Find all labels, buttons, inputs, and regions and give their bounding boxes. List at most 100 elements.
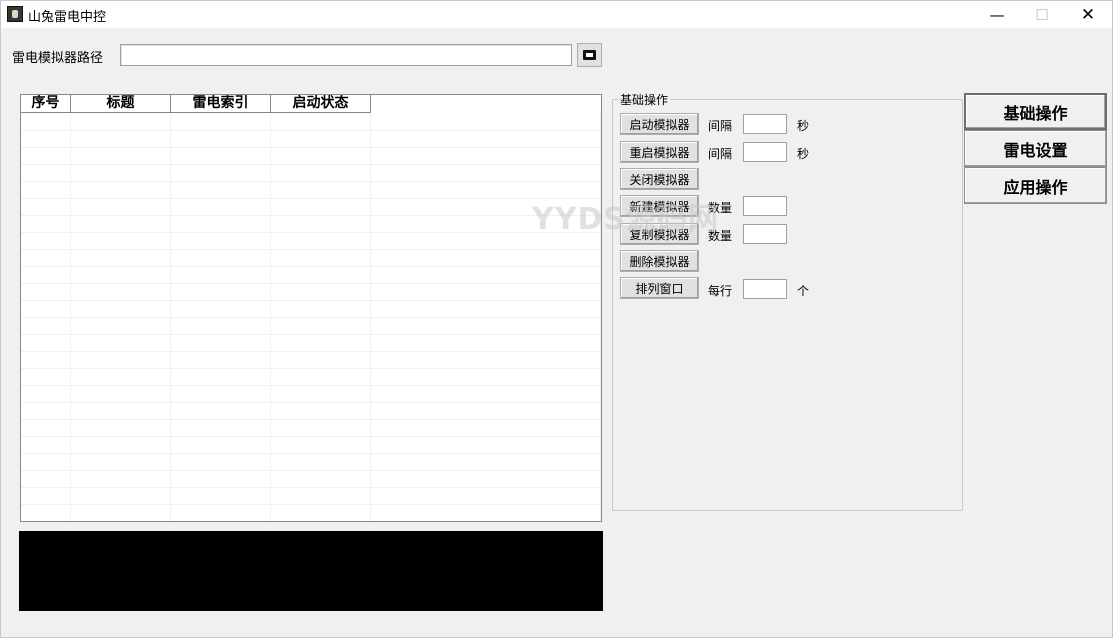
table-row[interactable] [21, 284, 601, 301]
table-row[interactable] [21, 420, 601, 437]
table-cell [171, 335, 271, 352]
minimize-button[interactable]: — [974, 1, 1020, 28]
table-cell [21, 488, 71, 505]
table-cell [371, 114, 601, 131]
table-row[interactable] [21, 369, 601, 386]
table-cell [71, 318, 171, 335]
table-cell [21, 131, 71, 148]
table-cell [71, 505, 171, 521]
table-cell [171, 199, 271, 216]
table-row[interactable] [21, 488, 601, 505]
app-icon [7, 6, 23, 22]
table-cell [21, 352, 71, 369]
table-cell [21, 454, 71, 471]
start-interval-input[interactable] [743, 114, 787, 134]
table-row[interactable] [21, 233, 601, 250]
restart-interval-input[interactable] [743, 142, 787, 162]
table-cell [21, 318, 71, 335]
table-row[interactable] [21, 301, 601, 318]
table-row[interactable] [21, 335, 601, 352]
table-cell [71, 284, 171, 301]
table-cell [71, 165, 171, 182]
copy-count-input[interactable] [743, 224, 787, 244]
table-row[interactable] [21, 471, 601, 488]
table-row[interactable] [21, 386, 601, 403]
table-row[interactable] [21, 318, 601, 335]
table-cell [71, 267, 171, 284]
table-row[interactable] [21, 454, 601, 471]
table-cell [271, 131, 371, 148]
table-row[interactable] [21, 216, 601, 233]
table-cell [171, 148, 271, 165]
table-cell [21, 216, 71, 233]
start-emulator-button[interactable]: 启动模拟器 [620, 113, 699, 135]
column-header-leidian-index[interactable]: 雷电索引 [171, 95, 271, 112]
table-row[interactable] [21, 131, 601, 148]
table-cell [371, 369, 601, 386]
table-row[interactable] [21, 250, 601, 267]
table-cell [21, 165, 71, 182]
table-cell [371, 165, 601, 182]
create-emulator-button[interactable]: 新建模拟器 [620, 195, 699, 217]
close-emulator-button[interactable]: 关闭模拟器 [620, 168, 699, 190]
column-header-index[interactable]: 序号 [21, 95, 71, 112]
copy-emulator-button[interactable]: 复制模拟器 [620, 223, 699, 245]
table-cell [171, 471, 271, 488]
table-cell [71, 199, 171, 216]
column-header-title[interactable]: 标题 [71, 95, 171, 112]
basic-ops-group-title: 基础操作 [618, 91, 671, 108]
table-cell [171, 488, 271, 505]
table-row[interactable] [21, 505, 601, 521]
emulator-table[interactable]: 序号 标题 雷电索引 启动状态 [20, 94, 602, 522]
start-interval-label: 间隔 [708, 119, 733, 133]
table-cell [171, 216, 271, 233]
table-cell [21, 267, 71, 284]
table-cell [21, 233, 71, 250]
table-cell [21, 403, 71, 420]
create-count-input[interactable] [743, 196, 787, 216]
table-row[interactable] [21, 148, 601, 165]
emulator-path-input[interactable] [120, 44, 572, 66]
table-row[interactable] [21, 437, 601, 454]
table-cell [271, 318, 371, 335]
table-row[interactable] [21, 403, 601, 420]
restart-emulator-button[interactable]: 重启模拟器 [620, 141, 699, 163]
maximize-button[interactable]: ☐ [1019, 1, 1065, 28]
window-title: 山兔雷电中控 [28, 10, 107, 25]
close-button[interactable]: ✕ [1065, 1, 1111, 28]
create-count-label: 数量 [708, 201, 733, 215]
table-cell [271, 148, 371, 165]
table-cell [171, 437, 271, 454]
table-cell [271, 199, 371, 216]
table-row[interactable] [21, 352, 601, 369]
log-output-panel[interactable] [19, 531, 603, 611]
title-bar[interactable]: 山兔雷电中控 — ☐ ✕ [1, 1, 1112, 28]
table-cell [271, 352, 371, 369]
table-cell [21, 369, 71, 386]
column-header-start-status[interactable]: 启动状态 [271, 95, 371, 112]
table-row[interactable] [21, 199, 601, 216]
restart-interval-label: 间隔 [708, 147, 733, 161]
table-cell [371, 420, 601, 437]
delete-emulator-button[interactable]: 删除模拟器 [620, 250, 699, 272]
table-row[interactable] [21, 114, 601, 131]
browse-folder-button[interactable] [577, 43, 602, 67]
table-row[interactable] [21, 182, 601, 199]
table-cell [171, 114, 271, 131]
table-cell [371, 301, 601, 318]
table-cell [171, 301, 271, 318]
tab-basic-ops[interactable]: 基础操作 [964, 93, 1107, 130]
per-row-label: 每行 [708, 284, 733, 298]
arrange-windows-button[interactable]: 排列窗口 [620, 277, 699, 299]
table-cell [171, 386, 271, 403]
tab-app-ops[interactable]: 应用操作 [964, 167, 1107, 204]
table-cell [21, 420, 71, 437]
table-row[interactable] [21, 165, 601, 182]
table-cell [271, 488, 371, 505]
table-cell [371, 471, 601, 488]
per-row-input[interactable] [743, 279, 787, 299]
tab-leidian-settings[interactable]: 雷电设置 [964, 130, 1107, 167]
table-row[interactable] [21, 267, 601, 284]
table-cell [371, 216, 601, 233]
copy-count-label: 数量 [708, 229, 733, 243]
